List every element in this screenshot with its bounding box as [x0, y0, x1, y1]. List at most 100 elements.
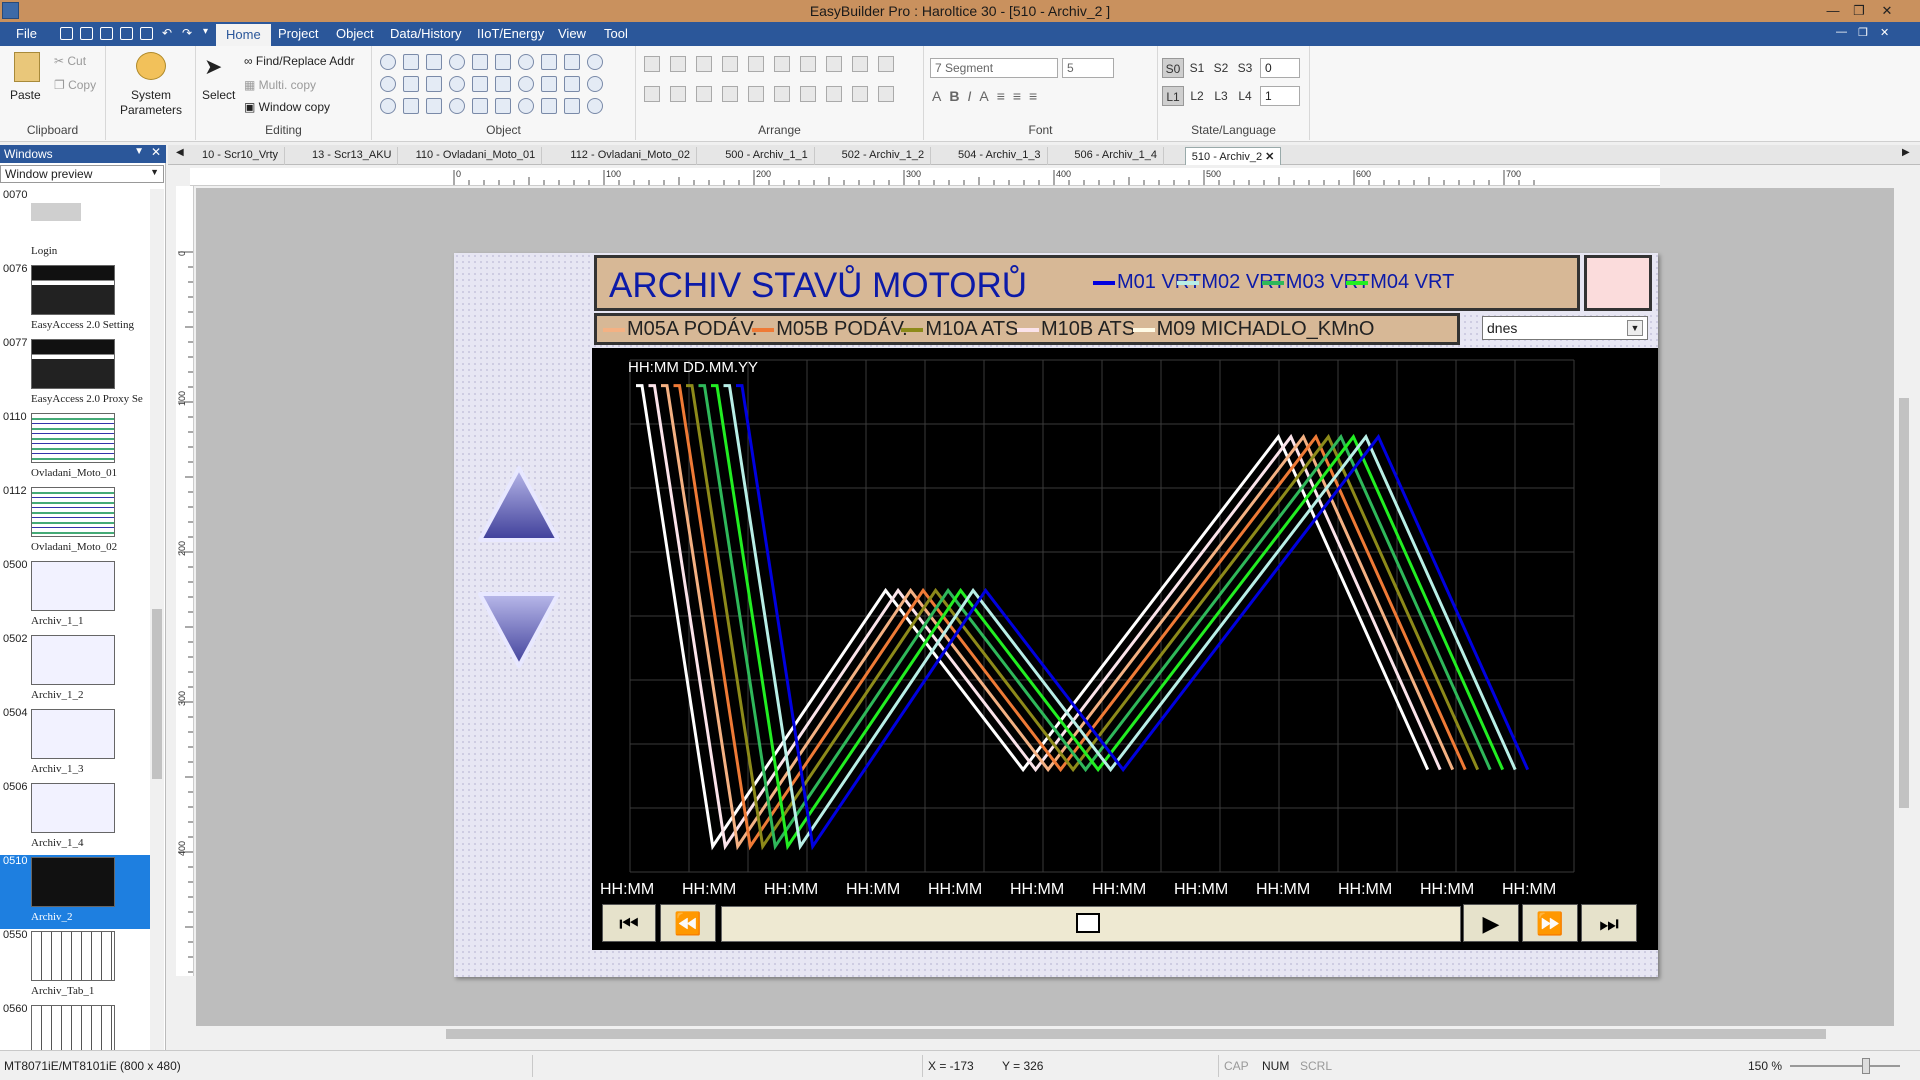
window-preview-item[interactable]: 0076 EasyAccess 2.0 Setting — [0, 263, 150, 337]
object-tool-icon[interactable] — [587, 98, 603, 114]
save-all-icon[interactable] — [80, 27, 93, 40]
window-preview-thumbnail[interactable] — [31, 265, 115, 315]
horizontal-scroll-thumb[interactable] — [446, 1029, 1826, 1039]
font-format-icons[interactable]: ABIA≡≡≡ — [932, 88, 1045, 104]
window-preview-item[interactable]: 0112 Ovladani_Moto_02 — [0, 485, 150, 559]
object-tool-icon[interactable] — [449, 98, 465, 114]
object-tool-icon[interactable] — [426, 54, 442, 70]
vertical-scroll-thumb[interactable] — [1899, 398, 1909, 808]
window-preview-thumbnail[interactable] — [31, 931, 115, 981]
object-tool-icon[interactable] — [564, 54, 580, 70]
minimize-button[interactable]: — — [1820, 1, 1846, 21]
arrange-tool-icon[interactable] — [696, 86, 712, 102]
arrange-tool-icon[interactable] — [748, 56, 764, 72]
object-tool-icon[interactable] — [587, 54, 603, 70]
doc-minimize-button[interactable]: — — [1836, 26, 1847, 38]
tab-10[interactable]: 10 - Scr10_Vrty — [196, 147, 286, 165]
arrange-tool-icon[interactable] — [774, 86, 790, 102]
object-tool-icon[interactable] — [403, 98, 419, 114]
object-tool-icon[interactable] — [380, 54, 396, 70]
object-tool-icon[interactable] — [518, 98, 534, 114]
language-value-spinner[interactable]: 1 — [1260, 86, 1300, 106]
scroll-down-button[interactable] — [476, 586, 562, 672]
window-preview-thumbnail[interactable] — [31, 635, 115, 685]
undo-icon[interactable]: ↶ — [162, 26, 172, 40]
font-name-select[interactable]: 7 Segment — [930, 58, 1058, 78]
menu-project[interactable]: Project — [278, 26, 318, 41]
object-tool-icon[interactable] — [472, 76, 488, 92]
system-parameters-button[interactable]: System Parameters — [106, 88, 196, 118]
zoom-slider-handle[interactable] — [1862, 1058, 1870, 1074]
window-preview-thumbnail[interactable] — [31, 203, 81, 221]
state-s2[interactable]: S2 — [1210, 58, 1232, 78]
arrange-tool-icon[interactable] — [852, 56, 868, 72]
customize-icon[interactable]: ▾ — [203, 26, 208, 37]
close-button[interactable]: ✕ — [1874, 1, 1900, 21]
tab-504[interactable]: 504 - Archiv_1_3 — [952, 147, 1048, 165]
menu-iiot-energy[interactable]: IIoT/Energy — [477, 26, 544, 41]
state-s1[interactable]: S1 — [1186, 58, 1208, 78]
multi-copy-button[interactable]: ▦ Multi. copy — [244, 78, 316, 92]
object-tool-icon[interactable] — [518, 76, 534, 92]
tabs-right-arrow[interactable]: ▶ — [1902, 147, 1910, 158]
canvas-horizontal-scrollbar[interactable] — [196, 1026, 1894, 1042]
canvas-vertical-scrollbar[interactable] — [1896, 188, 1912, 1026]
arrange-tool-icon[interactable] — [644, 56, 660, 72]
font-size-select[interactable]: 5 — [1062, 58, 1114, 78]
object-tool-icon[interactable] — [449, 76, 465, 92]
panel-scrollbar[interactable] — [150, 189, 164, 1051]
arrange-tool-icon[interactable] — [722, 86, 738, 102]
object-tool-icon[interactable] — [541, 54, 557, 70]
object-tool-icon[interactable] — [403, 76, 419, 92]
panel-close-icon[interactable]: ✕ — [151, 145, 161, 159]
window-preview-item[interactable]: 0070 Login — [0, 189, 150, 263]
paste-button[interactable]: Paste — [10, 88, 41, 102]
state-s0[interactable]: S0 — [1162, 58, 1184, 78]
chart-scroll-thumb[interactable] — [1076, 913, 1100, 933]
object-tool-icon[interactable] — [518, 54, 534, 70]
status-indicator-box[interactable] — [1584, 255, 1652, 311]
window-preview-item[interactable]: 0077 EasyAccess 2.0 Proxy Se — [0, 337, 150, 411]
tools-icon[interactable] — [100, 27, 113, 40]
window-preview-item[interactable]: 0500 Archiv_1_1 — [0, 559, 150, 633]
object-tool-icon[interactable] — [472, 98, 488, 114]
menu-object[interactable]: Object — [336, 26, 374, 41]
select-button[interactable]: Select — [202, 88, 235, 102]
doc-close-button[interactable]: ✕ — [1880, 26, 1889, 39]
window-preview-item[interactable]: 0502 Archiv_1_2 — [0, 633, 150, 707]
find-replace-button[interactable]: ∞ Find/Replace Addr — [244, 54, 355, 68]
arrange-tool-icon[interactable] — [774, 56, 790, 72]
arrange-tool-icon[interactable] — [748, 86, 764, 102]
state-value-spinner[interactable]: 0 — [1260, 58, 1300, 78]
object-tool-icon[interactable] — [472, 54, 488, 70]
redo-icon[interactable]: ↷ — [182, 26, 192, 40]
rewind-button[interactable]: ⏪ — [660, 904, 716, 942]
first-page-button[interactable]: ⏮ — [602, 904, 656, 942]
object-tool-icon[interactable] — [380, 98, 396, 114]
window-preview-thumbnail[interactable] — [31, 413, 115, 463]
object-tool-icon[interactable] — [564, 76, 580, 92]
window-preview-dropdown[interactable]: Window preview ▼ — [0, 165, 164, 183]
tab-112[interactable]: 112 - Ovladani_Moto_02 — [564, 147, 698, 165]
menu-file[interactable]: File — [16, 26, 37, 41]
menu-tool[interactable]: Tool — [604, 26, 628, 41]
tab-110[interactable]: 110 - Ovladani_Moto_01 — [410, 147, 543, 165]
object-tool-icon[interactable] — [449, 54, 465, 70]
object-tool-icon[interactable] — [426, 98, 442, 114]
window-preview-thumbnail[interactable] — [31, 709, 115, 759]
window-preview-thumbnail[interactable] — [31, 487, 115, 537]
window-preview-item[interactable]: 0506 Archiv_1_4 — [0, 781, 150, 855]
object-tool-icon[interactable] — [495, 76, 511, 92]
tab-502[interactable]: 502 - Archiv_1_2 — [836, 147, 932, 165]
arrange-tool-icon[interactable] — [670, 86, 686, 102]
object-tool-icon[interactable] — [403, 54, 419, 70]
zoom-slider[interactable] — [1790, 1065, 1900, 1067]
language-l4[interactable]: L4 — [1234, 86, 1256, 106]
arrange-tool-icon[interactable] — [800, 86, 816, 102]
object-tool-icon[interactable] — [587, 76, 603, 92]
arrange-tool-icon[interactable] — [878, 56, 894, 72]
window-preview-thumbnail[interactable] — [31, 857, 115, 907]
window-preview-item[interactable]: 0110 Ovladani_Moto_01 — [0, 411, 150, 485]
tab-13[interactable]: 13 - Scr13_AKU — [306, 147, 399, 165]
object-tool-icon[interactable] — [541, 76, 557, 92]
